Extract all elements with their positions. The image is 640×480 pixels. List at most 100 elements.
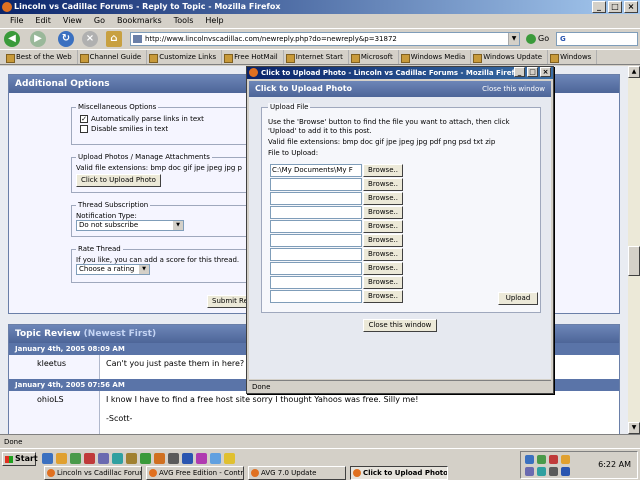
close-window-link[interactable]: Close this window [482, 81, 545, 97]
firefox-icon [2, 2, 12, 12]
scroll-thumb[interactable] [628, 246, 640, 276]
popup-close-button[interactable]: × [540, 67, 551, 77]
bookmark-item[interactable]: Internet Start [284, 50, 349, 64]
reload-icon[interactable]: ↻ [58, 31, 74, 47]
rating-select[interactable]: Choose a rating ▼ [76, 264, 150, 275]
post-author: ohioLS [37, 395, 64, 404]
quicklaunch-folder-icon[interactable] [56, 453, 67, 464]
file-input[interactable] [270, 262, 362, 275]
scroll-down-icon[interactable]: ▼ [628, 422, 640, 434]
post-author: kleetus [37, 359, 67, 368]
quicklaunch-app-icon[interactable] [140, 453, 151, 464]
minimize-button[interactable]: _ [592, 1, 606, 13]
forward-arrow-icon[interactable]: ▶ [30, 31, 46, 47]
parse-links-checkbox[interactable]: ✓ [80, 115, 88, 123]
home-icon[interactable]: ⌂ [106, 31, 122, 47]
quicklaunch-app-icon[interactable] [98, 453, 109, 464]
tray-app-icon[interactable] [537, 467, 546, 476]
quicklaunch-app-icon[interactable] [84, 453, 95, 464]
quicklaunch-app-icon[interactable] [196, 453, 207, 464]
go-button[interactable]: Go [526, 32, 549, 46]
quicklaunch-app-icon[interactable] [70, 453, 81, 464]
tray-antivirus-icon[interactable] [537, 455, 546, 464]
quicklaunch-ie-icon[interactable] [42, 453, 53, 464]
bookmark-item[interactable]: Windows Update [471, 50, 549, 64]
url-bar[interactable]: http://www.lincolnvscadillac.com/newrepl… [130, 32, 520, 46]
browse-button[interactable]: Browse.. [363, 234, 403, 247]
tray-volume-icon[interactable] [549, 467, 558, 476]
browse-button[interactable]: Browse.. [363, 220, 403, 233]
file-input[interactable] [270, 290, 362, 303]
task-button[interactable]: AVG Free Edition - Contro... [146, 466, 244, 480]
upload-button[interactable]: Upload [498, 292, 538, 305]
page-scrollbar[interactable]: ▲ ▼ [628, 66, 640, 434]
file-input[interactable] [270, 192, 362, 205]
file-input[interactable] [270, 220, 362, 233]
file-input[interactable] [270, 234, 362, 247]
search-input[interactable]: G [556, 32, 638, 46]
close-button-wrap: Close this window [249, 319, 551, 332]
task-button-active[interactable]: Click to Upload Photo -... [350, 466, 448, 480]
menu-view[interactable]: View [57, 14, 88, 28]
browse-button[interactable]: Browse.. [363, 276, 403, 289]
browse-button[interactable]: Browse.. [363, 206, 403, 219]
tray-app-icon[interactable] [525, 467, 534, 476]
bookmark-item[interactable]: Windows Media [399, 50, 472, 64]
browse-button[interactable]: Browse.. [363, 262, 403, 275]
quicklaunch-app-icon[interactable] [224, 453, 235, 464]
bookmark-item[interactable]: Best of the Web [4, 50, 78, 64]
menu-bookmarks[interactable]: Bookmarks [111, 14, 168, 28]
quicklaunch-app-icon[interactable] [168, 453, 179, 464]
menu-help[interactable]: Help [199, 14, 229, 28]
browse-button[interactable]: Browse.. [363, 192, 403, 205]
file-row: Browse.. [270, 248, 403, 261]
quicklaunch-app-icon[interactable] [154, 453, 165, 464]
quicklaunch-app-icon[interactable] [126, 453, 137, 464]
menu-edit[interactable]: Edit [29, 14, 57, 28]
bookmark-item[interactable]: Microsoft [349, 50, 399, 64]
go-arrow-icon [526, 33, 536, 44]
bookmark-item[interactable]: Windows [548, 50, 598, 64]
task-button[interactable]: AVG 7.0 Update [248, 466, 346, 480]
disable-smilies-checkbox[interactable] [80, 125, 88, 133]
close-button[interactable]: × [624, 1, 638, 13]
upload-fieldset: Upload Photos / Manage Attachments Valid… [71, 153, 261, 193]
url-dropdown-icon[interactable]: ▼ [508, 33, 519, 45]
file-input[interactable] [270, 206, 362, 219]
quicklaunch-app-icon[interactable] [210, 453, 221, 464]
quicklaunch-app-icon[interactable] [112, 453, 123, 464]
file-input[interactable] [270, 276, 362, 289]
menu-bar: File Edit View Go Bookmarks Tools Help [0, 14, 640, 28]
back-arrow-icon[interactable]: ◀ [4, 31, 20, 47]
menu-go[interactable]: Go [88, 14, 111, 28]
menu-tools[interactable]: Tools [168, 14, 200, 28]
maximize-button[interactable]: □ [608, 1, 622, 13]
scroll-up-icon[interactable]: ▲ [628, 66, 640, 78]
notification-select[interactable]: Do not subscribe ▼ [76, 220, 184, 231]
bookmark-item[interactable]: Free HotMail [222, 50, 284, 64]
browse-button[interactable]: Browse.. [363, 248, 403, 261]
menu-file[interactable]: File [4, 14, 29, 28]
tray-network-icon[interactable] [525, 455, 534, 464]
close-window-button[interactable]: Close this window [362, 319, 438, 332]
upload-photo-button[interactable]: Click to Upload Photo [76, 174, 161, 187]
browse-button[interactable]: Browse.. [363, 290, 403, 303]
popup-minimize-button[interactable]: _ [514, 67, 525, 77]
bookmark-item[interactable]: Customize Links [147, 50, 223, 64]
stop-icon[interactable]: × [82, 31, 98, 47]
browse-button[interactable]: Browse.. [363, 164, 403, 177]
file-input[interactable]: C:\My Documents\My F [270, 164, 362, 177]
start-button[interactable]: Start [2, 452, 38, 466]
popup-heading: Click to Upload Photo Close this window [249, 81, 551, 97]
file-input[interactable] [270, 248, 362, 261]
tray-app-icon[interactable] [561, 467, 570, 476]
quicklaunch-app-icon[interactable] [182, 453, 193, 464]
task-button[interactable]: Lincoln vs Cadillac Forums... [44, 466, 142, 480]
bookmark-item[interactable]: Channel Guide [78, 50, 148, 64]
file-row: C:\My Documents\My F Browse.. [270, 164, 403, 177]
browse-button[interactable]: Browse.. [363, 178, 403, 191]
tray-app-icon[interactable] [561, 455, 570, 464]
tray-app-icon[interactable] [549, 455, 558, 464]
file-input[interactable] [270, 178, 362, 191]
popup-maximize-button[interactable]: □ [527, 67, 538, 77]
